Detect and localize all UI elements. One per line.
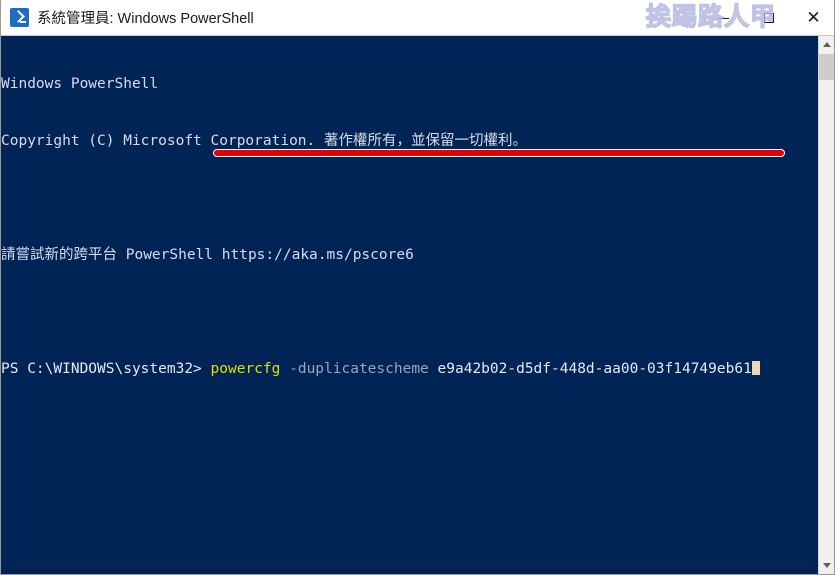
window-title: 系統管理員: Windows PowerShell [37,11,254,27]
text-cursor [751,361,760,375]
powershell-underscore-icon [20,21,26,23]
minimize-icon [718,17,729,19]
console-text: Windows PowerShell Copyright (C) Microso… [1,37,820,417]
title-bar: 系統管理員: Windows PowerShell ✕ [1,0,834,36]
prompt-space3 [429,361,438,377]
close-icon: ✕ [806,7,821,28]
close-button[interactable]: ✕ [791,1,834,36]
console-output-area[interactable]: Windows PowerShell Copyright (C) Microso… [1,36,820,574]
scroll-up-button[interactable] [819,36,834,53]
red-underline-annotation [213,149,785,157]
minimize-button[interactable] [701,1,746,36]
prompt-space2 [280,361,289,377]
powershell-window: 系統管理員: Windows PowerShell ✕ 挨踢路人甲 Window… [0,0,835,575]
scrollbar-thumb[interactable] [819,54,834,80]
scroll-up-icon [822,42,831,47]
console-line: Windows PowerShell [1,76,159,92]
prompt-command: powercfg [210,361,281,377]
console-prompt-line: PS C:\WINDOWS\system32> powercfg -duplic… [1,360,820,379]
prompt-argument: e9a42b02-d5df-448d-aa00-03f14749eb61 [437,361,752,377]
maximize-icon [763,13,774,23]
prompt-path: PS C:\WINDOWS\system32> [1,361,202,377]
powershell-icon [10,8,29,27]
maximize-button[interactable] [746,1,791,36]
window-controls: ✕ [701,0,834,36]
prompt-flag: -duplicatescheme [289,361,429,377]
vertical-scrollbar[interactable] [818,36,834,574]
scroll-down-button[interactable] [819,557,834,574]
prompt-space1 [202,361,211,377]
scroll-down-icon [822,563,831,568]
console-line: 請嘗試新的跨平台 PowerShell https://aka.ms/pscor… [1,247,414,263]
